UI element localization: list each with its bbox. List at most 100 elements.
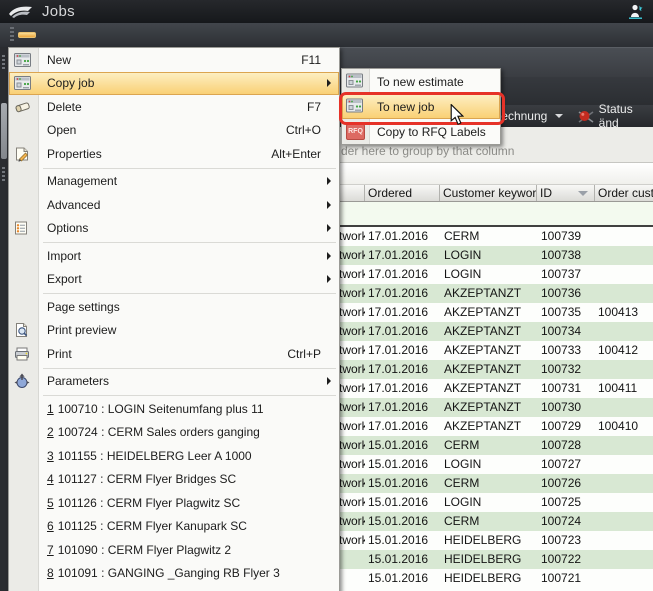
menu-item-properties[interactable]: Properties Alt+Enter <box>9 142 339 166</box>
cell-customer-keyword: LOGIN <box>440 493 537 512</box>
table-row[interactable]: twork 17.01.2016 AKZEPTANZT 100729 10041… <box>338 417 653 436</box>
cell-order-customer <box>595 436 653 455</box>
menubar-item[interactable] <box>18 32 36 38</box>
menubar-item[interactable] <box>113 32 131 38</box>
cell-order-customer <box>595 265 653 284</box>
cell-customer-keyword: CERM <box>440 474 537 493</box>
menu-item-parameters[interactable]: Parameters <box>9 370 339 394</box>
print-preview-icon <box>14 322 36 338</box>
menubar-item[interactable] <box>132 32 150 38</box>
menu-item-copy-job[interactable]: Copy job <box>9 72 339 96</box>
cell-ordered: 15.01.2016 <box>365 436 440 455</box>
submenu-arrow-icon <box>327 79 331 87</box>
column-header-order-customer[interactable]: Order custo <box>595 185 653 201</box>
cell-customer-keyword: AKZEPTANZT <box>440 379 537 398</box>
menu-item-new[interactable]: New F11 <box>9 48 339 72</box>
cell-artwork-partial: twork <box>338 303 365 322</box>
recent-file-item[interactable]: 2 100724 : CERM Sales orders ganging <box>9 421 339 445</box>
recent-file-item[interactable]: 7 101090 : CERM Flyer Plagwitz 2 <box>9 538 339 562</box>
table-row[interactable]: twork 17.01.2016 AKZEPTANZT 100735 10041… <box>338 303 653 322</box>
recent-file-item[interactable]: 6 101125 : CERM Flyer Kanupark SC <box>9 515 339 539</box>
table-row[interactable]: twork 17.01.2016 LOGIN 100737 <box>338 265 653 284</box>
status-change-button[interactable]: Status änd <box>577 102 653 130</box>
menu-item-open[interactable]: Open Ctrl+O <box>9 119 339 143</box>
title-bar: Jobs <box>0 0 653 23</box>
cell-ordered: 15.01.2016 <box>365 493 440 512</box>
table-row[interactable]: twork 15.01.2016 LOGIN 100725 <box>338 493 653 512</box>
table-row[interactable]: twork 15.01.2016 CERM 100728 <box>338 436 653 455</box>
menu-item-import[interactable]: Import <box>9 244 339 268</box>
cell-order-customer: 100411 <box>595 379 653 398</box>
recent-file-item[interactable]: 1 100710 : LOGIN Seitenumfang plus 11 <box>9 397 339 421</box>
cell-artwork-partial: twork <box>338 398 365 417</box>
grid-filter-row[interactable] <box>338 202 653 227</box>
column-header-customer-keyword[interactable]: Customer keyword <box>440 185 537 201</box>
copy-job-submenu: To new estimate To new job RFQ Copy to R… <box>341 68 501 145</box>
column-header-partial[interactable] <box>338 185 365 201</box>
cell-order-customer <box>595 322 653 341</box>
menu-item-management[interactable]: Management <box>9 170 339 194</box>
column-header-id[interactable]: ID <box>537 185 595 201</box>
recent-files-list: 1 100710 : LOGIN Seitenumfang plus 11 2 … <box>9 397 339 585</box>
submenu-item-to-new-estimate[interactable]: To new estimate <box>342 69 500 94</box>
recent-file-item[interactable]: 3 101155 : HEIDELBERG Leer A 1000 <box>9 444 339 468</box>
table-row[interactable]: twork 17.01.2016 AKZEPTANZT 100732 <box>338 360 653 379</box>
table-row[interactable]: twork 17.01.2016 CERM 100739 <box>338 227 653 246</box>
cell-id: 100734 <box>537 322 595 341</box>
menu-item-print-preview[interactable]: Print preview <box>9 319 339 343</box>
cell-ordered: 17.01.2016 <box>365 417 440 436</box>
table-row[interactable]: twork 17.01.2016 AKZEPTANZT 100733 10041… <box>338 341 653 360</box>
table-row[interactable]: twork 17.01.2016 LOGIN 100738 <box>338 246 653 265</box>
grid-header: Ordered Customer keyword ID Order custo <box>338 185 653 202</box>
recent-file-number: 3 <box>47 449 54 463</box>
recent-file-item[interactable]: 4 101127 : CERM Flyer Bridges SC <box>9 468 339 492</box>
menu-item-print[interactable]: Print Ctrl+P <box>9 342 339 366</box>
column-header-ordered[interactable]: Ordered <box>365 185 440 201</box>
menubar-item[interactable] <box>75 32 93 38</box>
menubar-item[interactable] <box>151 32 169 38</box>
menu-item-page-settings[interactable]: Page settings <box>9 295 339 319</box>
submenu-arrow-icon <box>327 275 331 283</box>
table-row[interactable]: twork 17.01.2016 AKZEPTANZT 100734 <box>338 322 653 341</box>
cell-artwork-partial: twork <box>338 417 365 436</box>
user-icon[interactable] <box>627 3 645 23</box>
table-row[interactable]: twork 15.01.2016 HEIDELBERG 100723 <box>338 531 653 550</box>
table-row[interactable]: 15.01.2016 HEIDELBERG 100722 <box>338 550 653 569</box>
cell-order-customer: 100413 <box>595 303 653 322</box>
submenu-item-copy-to-rfq-labels[interactable]: RFQ Copy to RFQ Labels <box>342 119 500 144</box>
cell-customer-keyword: LOGIN <box>440 246 537 265</box>
cell-customer-keyword: HEIDELBERG <box>440 531 537 550</box>
menu-item-delete[interactable]: Delete F7 <box>9 95 339 119</box>
table-row[interactable]: twork 15.01.2016 CERM 100724 <box>338 512 653 531</box>
table-row[interactable]: twork 17.01.2016 AKZEPTANZT 100736 <box>338 284 653 303</box>
menubar-item[interactable] <box>56 32 74 38</box>
menu-item-options[interactable]: Options <box>9 217 339 241</box>
table-row[interactable]: twork 17.01.2016 AKZEPTANZT 100730 <box>338 398 653 417</box>
cell-ordered: 17.01.2016 <box>365 246 440 265</box>
menu-item-advanced[interactable]: Advanced <box>9 193 339 217</box>
cell-ordered: 15.01.2016 <box>365 455 440 474</box>
cell-ordered: 15.01.2016 <box>365 474 440 493</box>
table-row[interactable]: 15.01.2016 HEIDELBERG 100721 <box>338 569 653 588</box>
jobs-grid: Ordered Customer keyword ID Order custo … <box>338 185 653 591</box>
menu-item-export[interactable]: Export <box>9 268 339 292</box>
submenu-item-to-new-job[interactable]: To new job <box>342 94 500 119</box>
recent-file-number: 8 <box>47 566 54 580</box>
cell-artwork-partial: twork <box>338 227 365 246</box>
recent-file-label: 101155 : HEIDELBERG Leer A 1000 <box>58 449 252 463</box>
menubar-item[interactable] <box>94 32 112 38</box>
table-row[interactable]: twork 17.01.2016 AKZEPTANZT 100731 10041… <box>338 379 653 398</box>
cell-customer-keyword: CERM <box>440 436 537 455</box>
recent-file-item[interactable]: 5 101126 : CERM Flyer Plagwitz SC <box>9 491 339 515</box>
menubar-item[interactable] <box>37 32 55 38</box>
cell-id: 100739 <box>537 227 595 246</box>
cell-ordered: 17.01.2016 <box>365 398 440 417</box>
dock-scrollbar[interactable] <box>1 103 7 159</box>
table-row[interactable]: twork 15.01.2016 LOGIN 100727 <box>338 455 653 474</box>
cell-id: 100727 <box>537 455 595 474</box>
cell-customer-keyword: AKZEPTANZT <box>440 398 537 417</box>
recent-file-number: 6 <box>47 519 54 533</box>
recent-file-item[interactable]: 8 101091 : GANGING _Ganging RB Flyer 3 <box>9 562 339 586</box>
table-row[interactable]: twork 15.01.2016 CERM 100726 <box>338 474 653 493</box>
submenu-arrow-icon <box>327 177 331 185</box>
